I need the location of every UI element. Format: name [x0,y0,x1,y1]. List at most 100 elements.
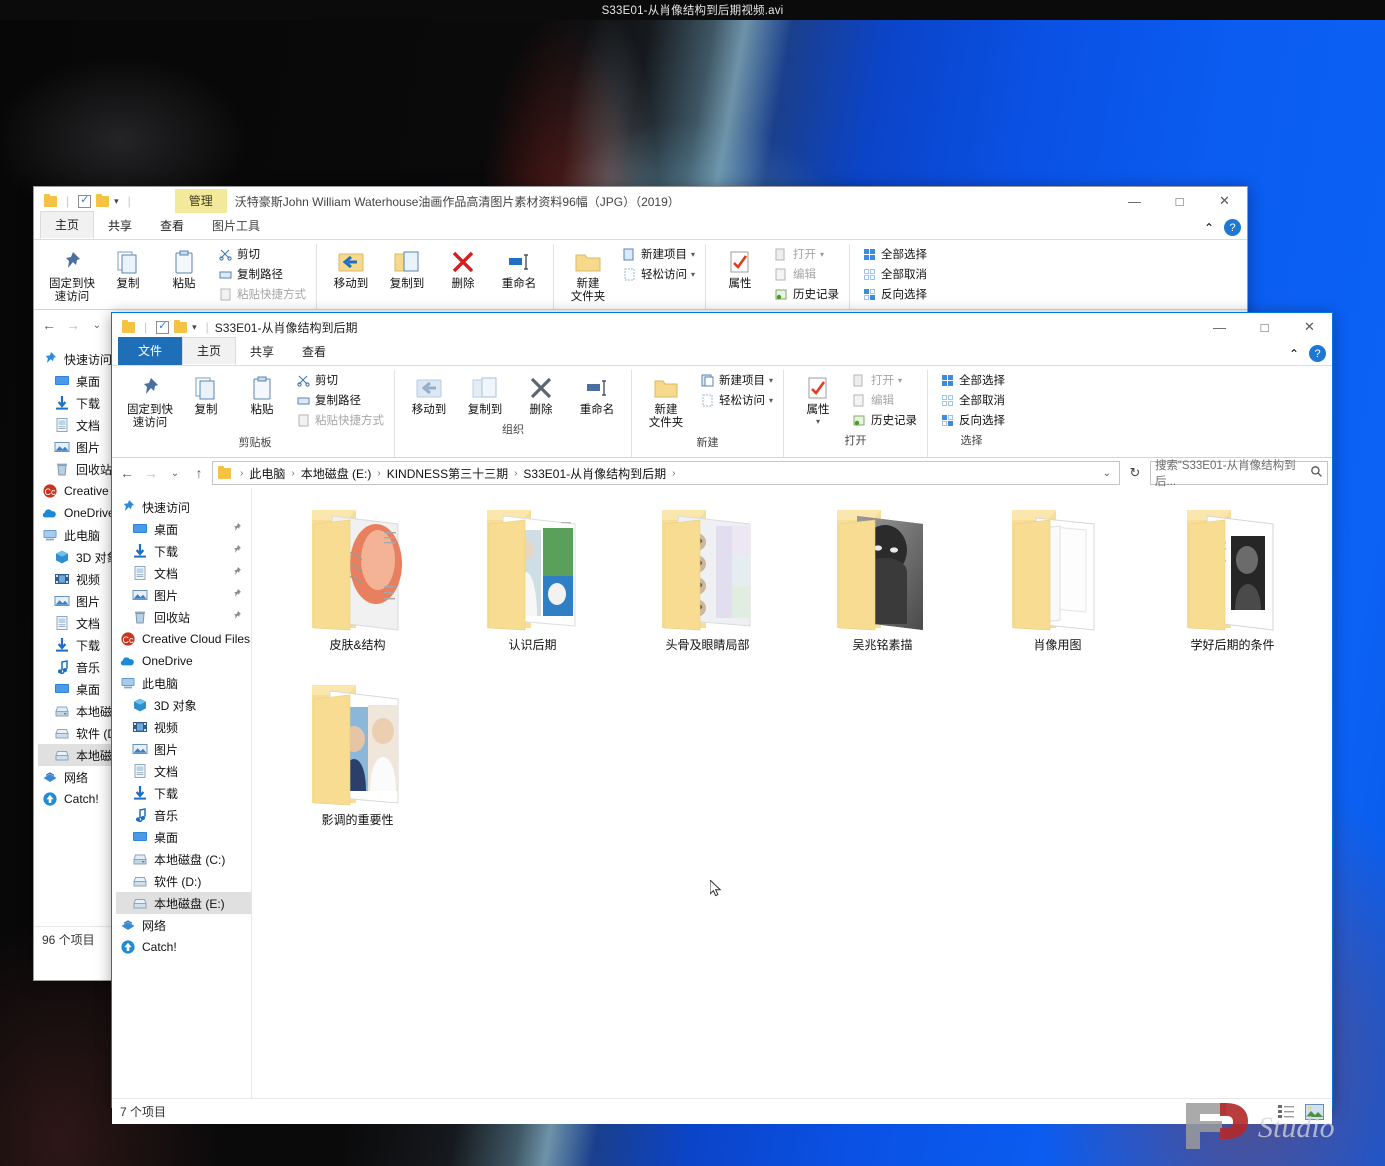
paste-shortcut-button[interactable]: 粘贴快捷方式 [292,410,388,430]
tab-file-active[interactable]: 文件 [118,337,182,365]
help-icon-active[interactable]: ? [1309,345,1326,362]
open-caret-icon[interactable]: ▾ [820,250,824,259]
help-icon-background[interactable]: ? [1224,219,1241,236]
tab-view-active[interactable]: 查看 [288,339,340,365]
minimize-button-background[interactable]: — [1112,187,1157,215]
history-button-bg[interactable]: 历史记录 [770,284,843,304]
edit-button-bg[interactable]: 编辑 [770,264,843,284]
details-view-button[interactable] [1276,1103,1296,1121]
nav-item-creative-cloud-files[interactable]: CcCreative Cloud Files [116,628,251,650]
folder-icon[interactable] [298,677,418,807]
breadcrumb-item-2[interactable]: KINDNESS第三十三期 [384,465,511,482]
pin-indicator-icon[interactable] [232,545,241,558]
copy-to-button-bg[interactable]: 复制到 [379,244,435,293]
paste-shortcut-button-bg[interactable]: 粘贴快捷方式 [214,284,310,304]
file-item[interactable]: 皮肤&结构 [270,502,445,677]
breadcrumb-sep-3[interactable]: › [511,468,520,479]
breadcrumb-item-1[interactable]: 本地磁盘 (E:) [298,465,375,482]
nav-item-快速访问[interactable]: 快速访问 [116,496,251,518]
properties-caret-icon[interactable]: ▾ [816,417,820,426]
folder-icon[interactable] [998,502,1118,632]
search-icon[interactable] [1310,465,1323,481]
nav-item-图片[interactable]: 图片 [116,584,251,606]
breadcrumb-sep-1[interactable]: › [288,468,297,479]
properties-qat-icon[interactable] [78,195,91,208]
pin-indicator-icon[interactable] [232,523,241,536]
minimize-button-active[interactable]: — [1197,313,1242,341]
nav-item-软件-d-[interactable]: 软件 (D:) [116,870,251,892]
breadcrumb-dropdown-icon[interactable]: ⌄ [1097,468,1117,479]
copy-button[interactable]: 复制 [178,370,234,419]
cut-button[interactable]: 剪切 [292,370,388,390]
select-all-button[interactable]: 全部选择 [936,370,1009,390]
pin-indicator-icon[interactable] [232,567,241,580]
up-button[interactable]: ↑ [188,461,210,485]
nav-item-此电脑[interactable]: 此电脑 [116,672,251,694]
file-item[interactable]: 头骨及眼睛局部 [620,502,795,677]
file-grid[interactable]: 皮肤&结构认识后期头骨及眼睛局部吴兆铭素描肖像用图学好后期的条件影调的重要性 [252,488,1332,852]
ribbon-background[interactable]: 固定到快 速访问 复制 粘贴 [34,240,1247,310]
nav-item-文档[interactable]: 文档 [116,562,251,584]
file-item[interactable]: 吴兆铭素描 [795,502,970,677]
breadcrumb-sep-2[interactable]: › [374,468,383,479]
explorer-window-active[interactable]: | ▾ | S33E01-从肖像结构到后期 — □ ✕ 文件 主页 共享 查看 … [111,312,1333,1108]
tab-share-active[interactable]: 共享 [236,339,288,365]
maximize-button-background[interactable]: □ [1157,187,1202,215]
nav-item-下载[interactable]: 下载 [116,782,251,804]
window-controls-active[interactable]: — □ ✕ [1197,313,1332,341]
close-button-active[interactable]: ✕ [1287,313,1332,341]
title-bar-background-window[interactable]: | ▾ | 管理 沃特豪斯John William Waterhouse油画作品… [34,187,1247,215]
ribbon-tabs-right-active[interactable]: ⌃ ? [1289,345,1326,362]
rename-button[interactable]: 重命名 [569,370,625,419]
nav-item-网络[interactable]: 网络 [116,914,251,936]
paste-button-bg[interactable]: 粘贴 [156,244,212,293]
back-button[interactable]: ← [116,461,138,485]
file-item[interactable]: 影调的重要性 [270,677,445,852]
large-icons-view-button[interactable] [1304,1103,1324,1121]
pin-indicator-icon[interactable] [232,589,241,602]
nav-item-桌面[interactable]: 桌面 [116,518,251,540]
nav-item-回收站[interactable]: 回收站 [116,606,251,628]
forward-button-bg[interactable]: → [62,313,84,337]
collapse-ribbon-icon-background[interactable]: ⌃ [1204,221,1214,235]
nav-item-文档[interactable]: 文档 [116,760,251,782]
ribbon-tabs-background[interactable]: 主页 共享 查看 图片工具 ⌃ ? [34,215,1247,240]
collapse-ribbon-icon-active[interactable]: ⌃ [1289,347,1299,361]
new-folder-qat-icon[interactable] [174,322,187,333]
nav-item-图片[interactable]: 图片 [116,738,251,760]
select-none-button-bg[interactable]: 全部取消 [858,264,931,284]
quick-access-toolbar-active[interactable]: | ▾ | [118,320,213,334]
view-toggle-group[interactable] [1276,1103,1324,1121]
rename-button-bg[interactable]: 重命名 [491,244,547,293]
nav-item-本地磁盘-e-[interactable]: 本地磁盘 (E:) [116,892,251,914]
qat-dropdown-icon[interactable]: ▾ [114,196,119,207]
forward-button[interactable]: → [140,461,162,485]
open-button[interactable]: 打开 ▾ [848,370,921,390]
maximize-button-active[interactable]: □ [1242,313,1287,341]
select-all-button-bg[interactable]: 全部选择 [858,244,931,264]
management-contextual-tab[interactable]: 管理 [175,189,227,213]
new-item-button-bg[interactable]: 新建项目 ▾ [618,244,699,264]
folder-icon[interactable] [648,502,768,632]
address-bar-active[interactable]: ← → ⌄ ↑ › 此电脑 › 本地磁盘 (E:) › KINDNESS第三十三… [112,458,1332,488]
recent-locations-button-bg[interactable]: ⌄ [86,313,108,337]
folder-icon[interactable] [1173,502,1293,632]
new-item-button[interactable]: 新建项目 ▾ [696,370,777,390]
content-pane-active[interactable]: 皮肤&结构认识后期头骨及眼睛局部吴兆铭素描肖像用图学好后期的条件影调的重要性 [252,488,1332,1098]
easy-access-caret-icon[interactable]: ▾ [691,270,695,279]
pin-to-quick-access-button-bg[interactable]: 固定到快 速访问 [44,244,100,306]
folder-icon[interactable] [473,502,593,632]
pin-to-quick-access-button[interactable]: 固定到快 速访问 [122,370,178,432]
invert-selection-button-bg[interactable]: 反向选择 [858,284,931,304]
new-folder-button-bg[interactable]: 新建 文件夹 [560,244,616,306]
copy-button-bg[interactable]: 复制 [100,244,156,293]
new-item-caret-icon[interactable]: ▾ [769,376,773,385]
navigation-pane-active[interactable]: 快速访问桌面下载文档图片回收站CcCreative Cloud FilesOne… [112,488,252,1098]
tab-view-background[interactable]: 查看 [146,213,198,239]
open-caret-icon[interactable]: ▾ [898,376,902,385]
invert-selection-button[interactable]: 反向选择 [936,410,1009,430]
file-item[interactable]: 学好后期的条件 [1145,502,1320,677]
nav-item-桌面[interactable]: 桌面 [116,826,251,848]
title-bar-active-window[interactable]: | ▾ | S33E01-从肖像结构到后期 — □ ✕ [112,313,1332,341]
open-button-bg[interactable]: 打开 ▾ [770,244,843,264]
